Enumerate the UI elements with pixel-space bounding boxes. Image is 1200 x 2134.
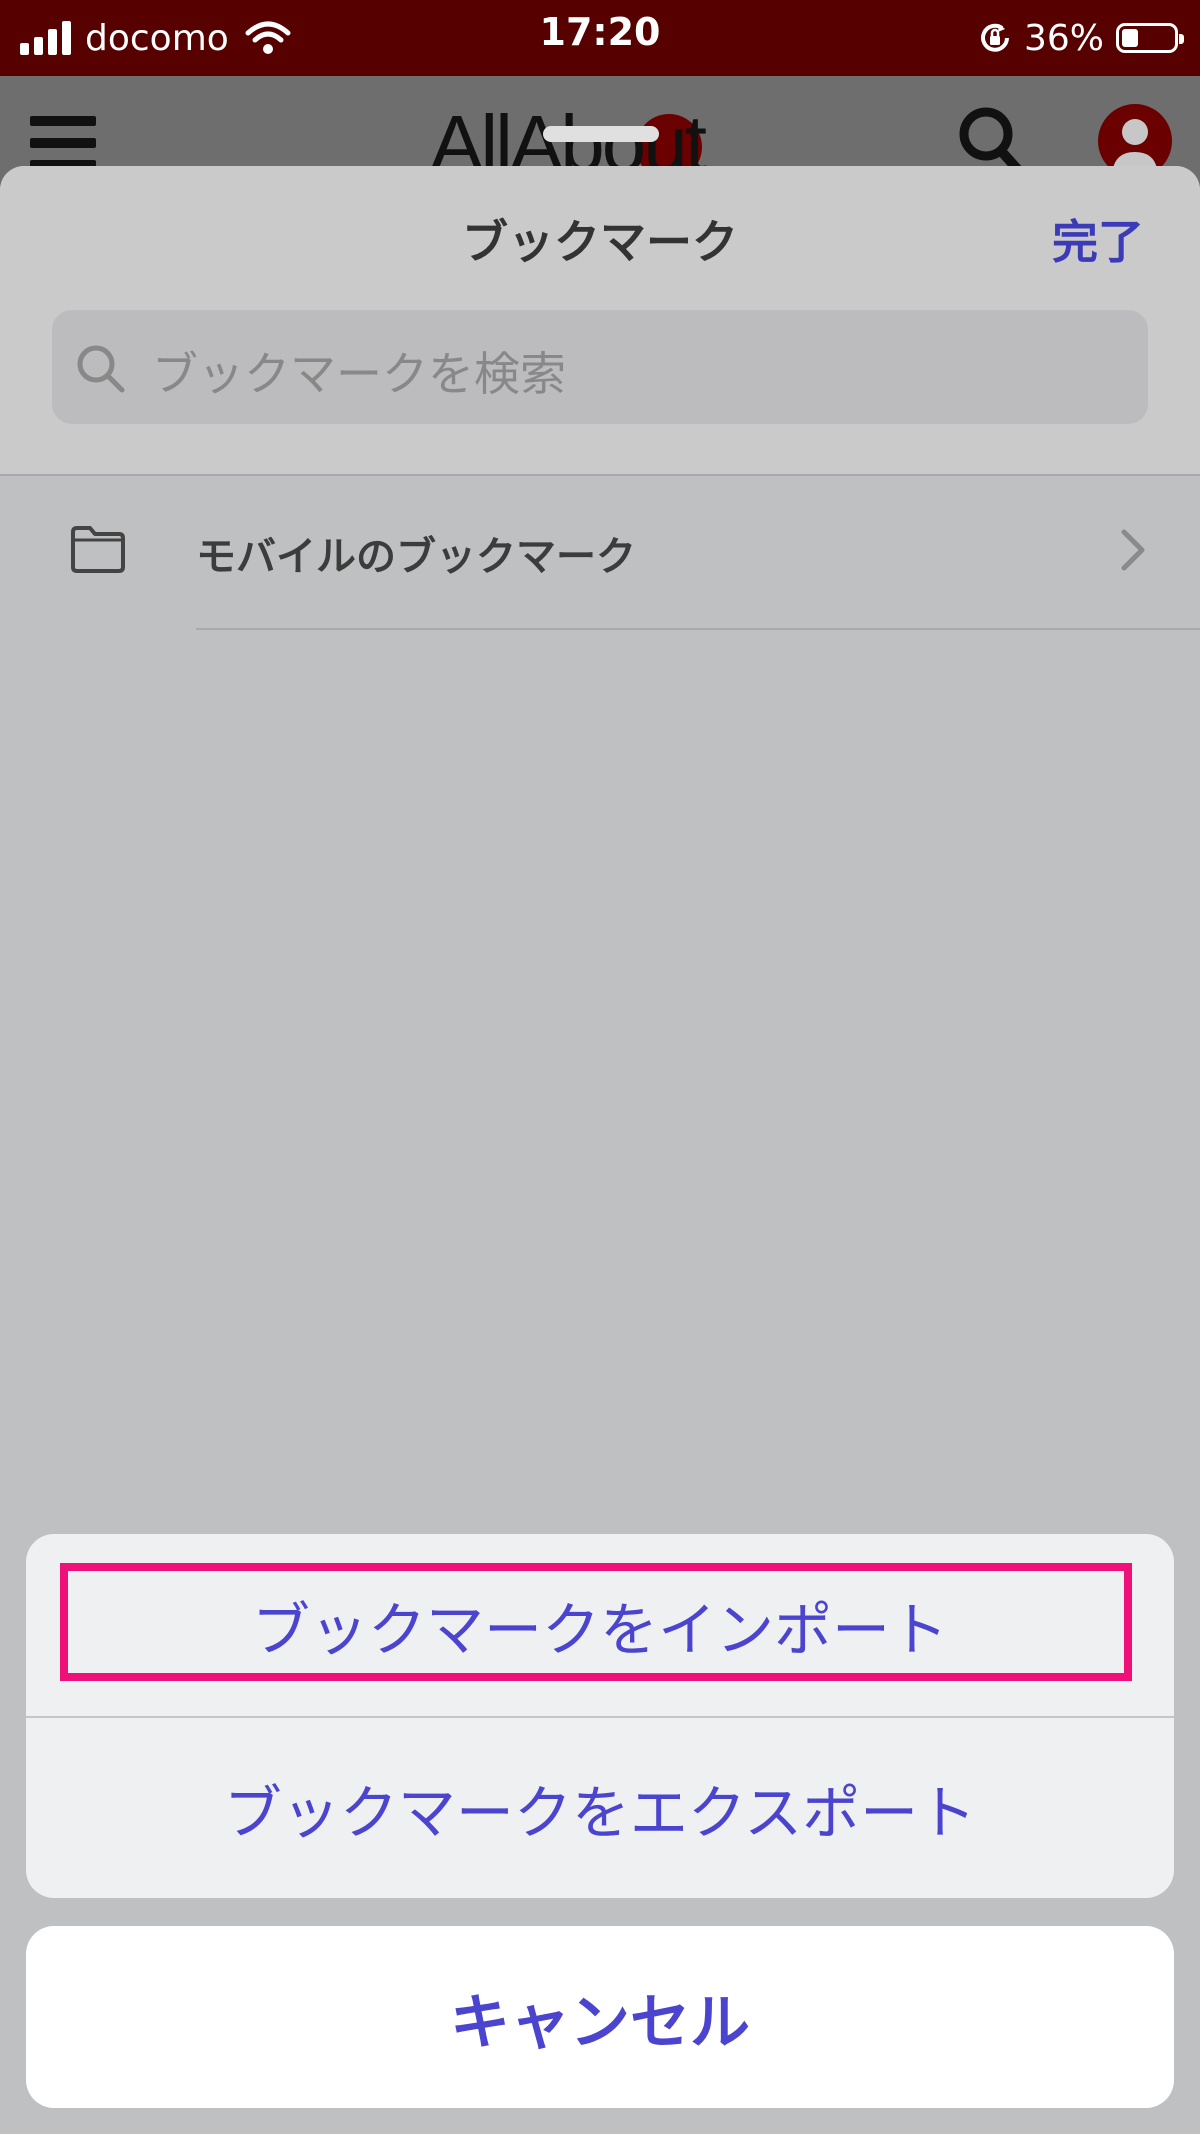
search-icon bbox=[77, 345, 125, 393]
cancel-button[interactable]: キャンセル bbox=[26, 1926, 1174, 2108]
export-bookmarks-button[interactable]: ブックマークをエクスポート bbox=[26, 1717, 1174, 1898]
battery-icon bbox=[1116, 23, 1184, 53]
status-right: 36% bbox=[978, 12, 1184, 64]
battery-percent: 36% bbox=[1023, 17, 1104, 59]
orientation-lock-icon bbox=[981, 23, 1009, 52]
sheet-title: ブックマーク bbox=[462, 215, 738, 269]
folder-icon bbox=[71, 526, 125, 573]
done-button[interactable]: 完了 bbox=[1052, 206, 1144, 272]
sheet-grabber-handle[interactable] bbox=[543, 126, 659, 142]
row-separator bbox=[196, 628, 1200, 630]
bookmark-search-input[interactable]: ブックマークを検索 bbox=[52, 310, 1148, 424]
status-bar: docomo 17:20 36% bbox=[0, 0, 1200, 76]
sheet-header: ブックマーク 完了 ブックマークを検索 bbox=[0, 166, 1200, 474]
import-bookmarks-button[interactable]: ブックマークをインポート bbox=[26, 1534, 1174, 1716]
chevron-right-icon bbox=[1121, 529, 1145, 571]
folder-row-mobile-bookmarks[interactable]: モバイルのブックマーク bbox=[0, 476, 1200, 630]
folder-label: モバイルのブックマーク bbox=[196, 534, 636, 580]
search-placeholder: ブックマークを検索 bbox=[152, 347, 566, 401]
action-sheet: ブックマークをインポート ブックマークをエクスポート bbox=[26, 1534, 1174, 1898]
